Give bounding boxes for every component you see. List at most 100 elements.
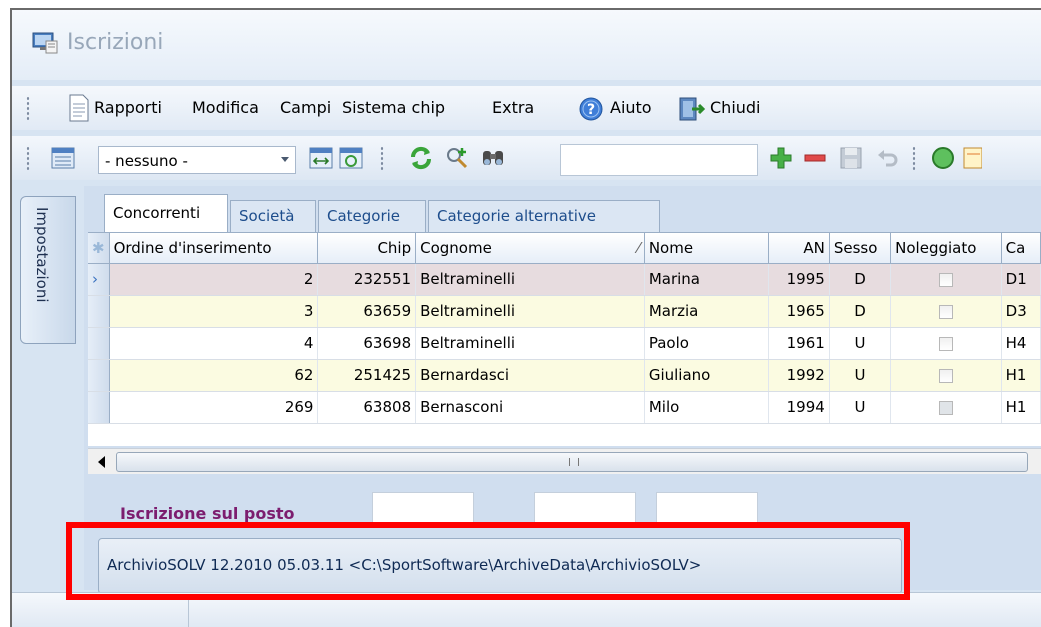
cell-sesso[interactable]: D — [829, 295, 892, 328]
table-row[interactable]: 3 63659 Beltraminelli Marzia 1965 D D3 — [88, 295, 1041, 328]
menu-campi[interactable]: Campi — [280, 98, 331, 117]
column-width-icon[interactable] — [308, 145, 334, 171]
cell-nome[interactable]: Milo — [644, 391, 769, 424]
cell-noleggiato[interactable] — [890, 391, 1002, 424]
save-icon[interactable] — [838, 145, 864, 171]
cell-nome[interactable]: Marzia — [644, 295, 769, 328]
col-chip[interactable]: Chip — [317, 233, 417, 264]
toolbar-grip-2[interactable] — [380, 146, 384, 172]
cell-an[interactable]: 1995 — [768, 263, 830, 296]
cell-sesso[interactable]: U — [829, 391, 892, 424]
new-row-marker[interactable]: ✱ — [88, 233, 110, 264]
menu-aiuto[interactable]: Aiuto — [610, 98, 652, 117]
row-indicator[interactable] — [88, 359, 110, 392]
row-current-indicator[interactable]: › — [88, 263, 110, 296]
entry-field-1[interactable] — [372, 492, 474, 528]
menu-chiudi[interactable]: Chiudi — [710, 98, 761, 117]
help-icon[interactable]: ? — [578, 96, 604, 122]
table-row[interactable]: › 2 232551 Beltraminelli Marina 1995 D D… — [88, 263, 1041, 296]
col-nome[interactable]: Nome — [644, 233, 769, 264]
noleggiato-checkbox[interactable] — [938, 304, 953, 319]
side-tab-impostazioni[interactable]: Impostazioni — [20, 196, 76, 344]
cell-chip[interactable]: 251425 — [317, 359, 417, 392]
cell-categoria[interactable]: H1 — [1001, 391, 1041, 424]
add-icon[interactable] — [768, 145, 794, 171]
cell-nome[interactable]: Paolo — [644, 327, 769, 360]
cell-noleggiato[interactable] — [890, 263, 1002, 296]
cell-ordine[interactable]: 4 — [109, 327, 319, 360]
cell-noleggiato[interactable] — [890, 295, 1002, 328]
exit-door-icon[interactable] — [678, 96, 706, 122]
menu-rapporti[interactable]: Rapporti — [94, 98, 162, 117]
cell-cognome[interactable]: Beltraminelli — [415, 327, 645, 360]
row-indicator[interactable] — [88, 295, 110, 328]
cell-ordine[interactable]: 2 — [109, 263, 319, 296]
refresh-grid-icon[interactable] — [338, 145, 364, 171]
cell-categoria[interactable]: H1 — [1001, 359, 1041, 392]
col-sesso[interactable]: Sesso — [829, 233, 892, 264]
toolbar-grip[interactable] — [26, 146, 30, 172]
status-circle-icon[interactable] — [930, 145, 956, 171]
row-indicator[interactable] — [88, 327, 110, 360]
col-noleggiato[interactable]: Noleggiato — [890, 233, 1002, 264]
scroll-left-arrow-icon[interactable] — [98, 456, 105, 468]
cell-ordine[interactable]: 269 — [109, 391, 319, 424]
menu-sistema-chip[interactable]: Sistema chip — [342, 98, 445, 117]
filter-select[interactable]: - nessuno - — [98, 146, 296, 174]
toolbar-grip-3[interactable] — [912, 146, 916, 172]
remove-icon[interactable] — [802, 145, 828, 171]
zoom-add-icon[interactable] — [444, 145, 470, 171]
cell-categoria[interactable]: H4 — [1001, 327, 1041, 360]
tab-societa[interactable]: Società — [230, 200, 316, 232]
cell-ordine[interactable]: 62 — [109, 359, 319, 392]
scrollbar-thumb[interactable] — [116, 452, 1028, 472]
cell-cognome[interactable]: Bernardasci — [415, 359, 645, 392]
cell-chip[interactable]: 63808 — [317, 391, 417, 424]
cell-noleggiato[interactable] — [890, 359, 1002, 392]
col-ordine[interactable]: Ordine d'inserimento — [109, 233, 319, 264]
cell-nome[interactable]: Giuliano — [644, 359, 769, 392]
tab-categorie[interactable]: Categorie — [318, 200, 426, 232]
cell-categoria[interactable]: D3 — [1001, 295, 1041, 328]
cell-chip[interactable]: 63659 — [317, 295, 417, 328]
tab-categorie-alternative[interactable]: Categorie alternative — [428, 200, 660, 232]
cell-cognome[interactable]: Beltraminelli — [415, 295, 645, 328]
search-input[interactable] — [560, 144, 758, 176]
entry-field-3[interactable] — [656, 492, 758, 528]
archive-info-panel[interactable]: ArchivioSOLV 12.2010 05.03.11 <C:\SportS… — [98, 538, 902, 594]
col-cognome[interactable]: Cognome ⁄ — [415, 233, 645, 264]
col-an[interactable]: AN — [768, 233, 830, 264]
cell-cognome[interactable]: Bernasconi — [415, 391, 645, 424]
list-view-icon[interactable] — [50, 145, 76, 171]
cell-an[interactable]: 1965 — [768, 295, 830, 328]
cell-chip[interactable]: 232551 — [317, 263, 417, 296]
menu-modifica[interactable]: Modifica — [192, 98, 259, 117]
cell-cognome[interactable]: Beltraminelli — [415, 263, 645, 296]
noleggiato-checkbox[interactable] — [938, 400, 953, 415]
cell-an[interactable]: 1994 — [768, 391, 830, 424]
noleggiato-checkbox[interactable] — [938, 336, 953, 351]
table-row[interactable]: 62 251425 Bernardasci Giuliano 1992 U H1 — [88, 359, 1041, 392]
row-indicator[interactable] — [88, 391, 110, 424]
cell-nome[interactable]: Marina — [644, 263, 769, 296]
report-icon[interactable] — [962, 145, 982, 171]
cell-an[interactable]: 1961 — [768, 327, 830, 360]
tab-concorrenti[interactable]: Concorrenti — [104, 194, 228, 232]
noleggiato-checkbox[interactable] — [938, 272, 953, 287]
table-row[interactable]: 4 63698 Beltraminelli Paolo 1961 U H4 — [88, 327, 1041, 360]
undo-icon[interactable] — [874, 145, 900, 171]
menu-extra[interactable]: Extra — [492, 98, 534, 117]
cell-chip[interactable]: 63698 — [317, 327, 417, 360]
cell-an[interactable]: 1992 — [768, 359, 830, 392]
cell-sesso[interactable]: D — [829, 263, 892, 296]
cell-sesso[interactable]: U — [829, 359, 892, 392]
entry-field-2[interactable] — [534, 492, 636, 528]
cell-sesso[interactable]: U — [829, 327, 892, 360]
cell-ordine[interactable]: 3 — [109, 295, 319, 328]
table-row[interactable]: 269 63808 Bernasconi Milo 1994 U H1 — [88, 391, 1041, 424]
cell-categoria[interactable]: D1 — [1001, 263, 1041, 296]
cell-noleggiato[interactable] — [890, 327, 1002, 360]
binoculars-icon[interactable] — [480, 145, 506, 171]
horizontal-scrollbar[interactable] — [88, 448, 1041, 474]
refresh-icon[interactable] — [408, 145, 434, 171]
